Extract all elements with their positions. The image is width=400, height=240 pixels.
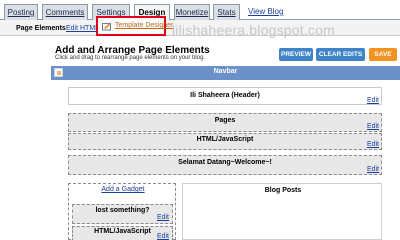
greeting-widget[interactable]: Selamat Datang~Welcome~! Edit — [68, 155, 382, 175]
tab-monetize[interactable]: Monetize — [174, 4, 210, 20]
tab-posting[interactable]: Posting — [4, 4, 38, 20]
pages-edit-link[interactable]: Edit — [367, 123, 379, 130]
sidebar-html-edit-link[interactable]: Edit — [157, 233, 169, 240]
subtab-edit-html[interactable]: Edit HTML — [66, 23, 99, 34]
clear-edits-button[interactable]: CLEAR EDITS — [316, 48, 365, 61]
blog-posts-title: Blog Posts — [264, 187, 302, 194]
view-blog-link[interactable]: View Blog — [248, 7, 283, 16]
header-widget[interactable]: Ili Shaheera (Header) Edit — [68, 87, 382, 105]
paintbrush-icon — [102, 23, 111, 31]
pages-widget[interactable]: Pages Edit — [68, 113, 382, 132]
tab-stats[interactable]: Stats — [213, 4, 240, 20]
navbar-title: Navbar — [213, 68, 238, 75]
add-gadget-link[interactable]: Add a Gadget — [69, 186, 177, 193]
save-button[interactable]: SAVE — [369, 48, 397, 61]
html-edit-link[interactable]: Edit — [367, 141, 379, 148]
html-javascript-widget[interactable]: HTML/JavaScript Edit — [68, 133, 382, 150]
lost-something-widget[interactable]: lost something? Edit — [72, 204, 173, 224]
blog-posts-widget[interactable]: Blog Posts — [182, 183, 382, 240]
greeting-widget-title: Selamat Datang~Welcome~! — [178, 159, 272, 166]
preview-button[interactable]: PREVIEW — [279, 48, 313, 61]
template-designer-highlight[interactable]: Template Designer — [96, 16, 173, 36]
subtab-template-designer[interactable]: Template Designer — [115, 22, 173, 29]
top-tab-bar: Posting Comments Settings Design Monetiz… — [0, 0, 400, 21]
navbar-element[interactable]: Navbar — [51, 66, 400, 80]
pages-widget-title: Pages — [214, 117, 236, 124]
page-subtitle: Click and drag to rearrange page element… — [55, 55, 206, 61]
lost-widget-title: lost something? — [95, 207, 150, 214]
greeting-edit-link[interactable]: Edit — [367, 166, 379, 173]
header-edit-link[interactable]: Edit — [367, 97, 379, 104]
subtab-page-elements[interactable]: Page Elements — [16, 23, 66, 34]
tab-comments[interactable]: Comments — [42, 4, 88, 20]
watermark: lilishaheera.blogspot.com — [172, 22, 335, 38]
header-widget-title: Ili Shaheera (Header) — [190, 92, 260, 99]
sidebar-gadget-zone: Add a Gadget lost something? Edit HTML/J… — [68, 183, 176, 240]
html-widget-title: HTML/JavaScript — [196, 136, 254, 143]
lost-edit-link[interactable]: Edit — [157, 214, 169, 221]
sidebar-html-javascript-widget[interactable]: HTML/JavaScript Edit — [72, 226, 173, 240]
